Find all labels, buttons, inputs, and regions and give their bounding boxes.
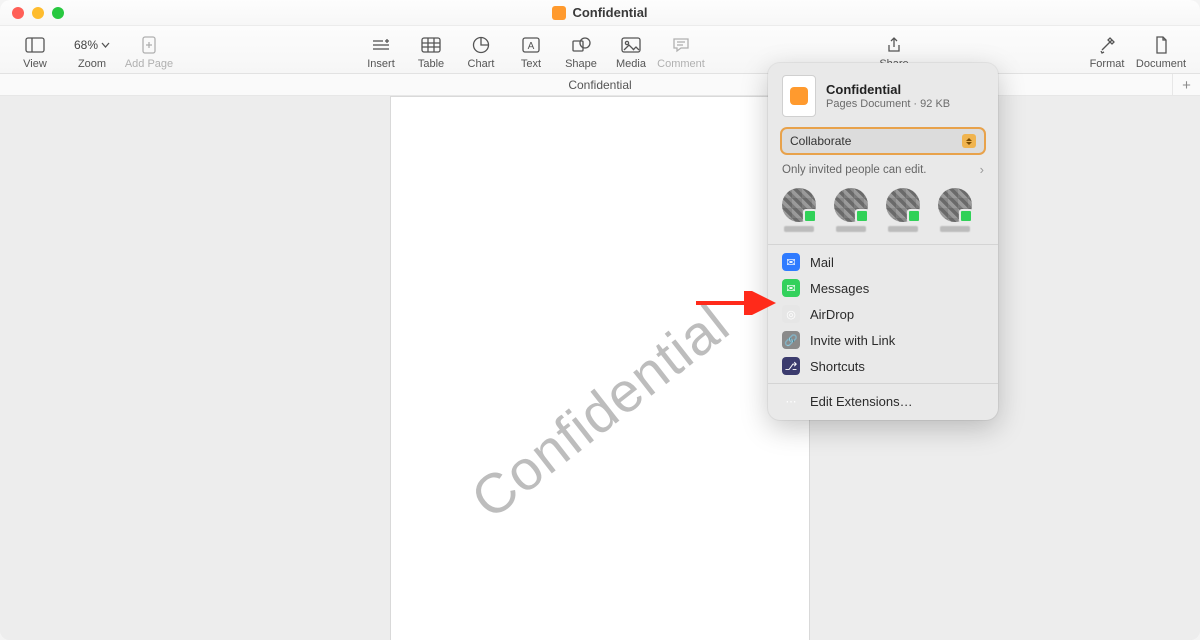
shortcuts-icon: ⎇ [782, 357, 800, 375]
maximize-window-button[interactable] [52, 7, 64, 19]
zoom-value: 68% [74, 38, 110, 52]
shape-icon [571, 34, 591, 56]
chevron-down-icon [101, 42, 110, 48]
sidebar-icon [25, 34, 45, 56]
minimize-window-button[interactable] [32, 7, 44, 19]
share-popover: Confidential Pages Document · 92 KB Coll… [768, 63, 998, 420]
tabbar: Confidential + [0, 74, 1200, 96]
insert-button[interactable]: Insert [356, 30, 406, 70]
svg-text:A: A [528, 41, 535, 52]
view-button[interactable]: View [10, 30, 60, 70]
pages-doc-icon [552, 6, 566, 20]
canvas[interactable]: Confidential [0, 96, 1200, 640]
share-airdrop[interactable]: ◎ AirDrop [768, 301, 998, 327]
person-name [784, 226, 814, 232]
window-title-text: Confidential [572, 5, 647, 20]
edit-extensions[interactable]: ⋯ Edit Extensions… [768, 388, 998, 414]
person-1[interactable] [782, 188, 816, 232]
insert-icon [371, 34, 391, 56]
person-name [888, 226, 918, 232]
titlebar: Confidential [0, 0, 1200, 26]
document-button[interactable]: Document [1132, 30, 1190, 70]
chevron-right-icon: › [980, 162, 984, 177]
format-button[interactable]: Format [1082, 30, 1132, 70]
share-icon [886, 34, 902, 56]
app-window: Confidential View 68% Zoom [0, 0, 1200, 640]
share-invite-link[interactable]: 🔗 Invite with Link [768, 327, 998, 353]
watermark: Confidential [459, 291, 742, 532]
extensions-icon: ⋯ [782, 392, 800, 410]
link-icon: 🔗 [782, 331, 800, 349]
permissions-row[interactable]: Only invited people can edit. › [768, 155, 998, 184]
avatar [938, 188, 972, 222]
updown-chevron-icon [962, 134, 976, 148]
document-tab[interactable]: Confidential [568, 78, 631, 92]
media-icon [621, 34, 641, 56]
document-page[interactable]: Confidential [390, 96, 810, 640]
media-button[interactable]: Media [606, 30, 656, 70]
share-mode-select[interactable]: Collaborate [780, 127, 986, 155]
person-name [836, 226, 866, 232]
popover-header: Confidential Pages Document · 92 KB [768, 73, 998, 127]
separator [768, 383, 998, 384]
add-page-button[interactable]: Add Page [124, 30, 174, 70]
avatar [834, 188, 868, 222]
popover-subtitle: Pages Document · 92 KB [826, 98, 950, 110]
avatar [886, 188, 920, 222]
window-controls [12, 7, 64, 19]
avatar [782, 188, 816, 222]
airdrop-icon: ◎ [782, 305, 800, 323]
text-icon: A [522, 34, 540, 56]
share-shortcuts[interactable]: ⎇ Shortcuts [768, 353, 998, 379]
zoom-button[interactable]: 68% Zoom [60, 30, 124, 70]
add-page-icon [141, 34, 157, 56]
close-window-button[interactable] [12, 7, 24, 19]
chart-button[interactable]: Chart [456, 30, 506, 70]
chart-icon [472, 34, 490, 56]
person-2[interactable] [834, 188, 868, 232]
pages-doc-icon [782, 75, 816, 117]
comment-icon [672, 34, 690, 56]
permissions-label: Only invited people can edit. [782, 164, 926, 176]
shape-button[interactable]: Shape [556, 30, 606, 70]
table-icon [421, 34, 441, 56]
table-button[interactable]: Table [406, 30, 456, 70]
popover-title: Confidential [826, 82, 950, 97]
messages-icon: ✉ [782, 279, 800, 297]
format-icon [1098, 34, 1116, 56]
text-button[interactable]: A Text [506, 30, 556, 70]
new-tab-button[interactable]: + [1172, 74, 1200, 96]
share-messages[interactable]: ✉ Messages [768, 275, 998, 301]
comment-button[interactable]: Comment [656, 30, 706, 70]
share-mode-label: Collaborate [790, 134, 851, 148]
plus-icon: + [1182, 77, 1191, 94]
window-title: Confidential [552, 5, 647, 20]
person-name [940, 226, 970, 232]
share-mail[interactable]: ✉ Mail [768, 249, 998, 275]
annotation-arrow [694, 291, 784, 315]
person-3[interactable] [886, 188, 920, 232]
suggested-people [768, 184, 998, 240]
mail-icon: ✉ [782, 253, 800, 271]
toolbar: View 68% Zoom Add Page [0, 26, 1200, 74]
person-4[interactable] [938, 188, 972, 232]
document-icon [1154, 34, 1168, 56]
separator [768, 244, 998, 245]
